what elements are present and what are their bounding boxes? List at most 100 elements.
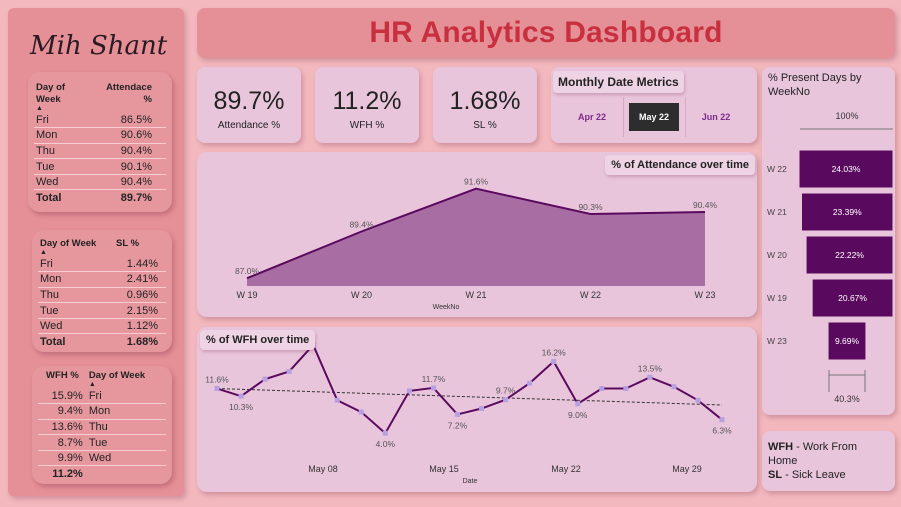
att-day-cell: Fri	[34, 112, 94, 129]
wfh-data-label: 13.5%	[638, 363, 663, 373]
wfh-day-cell: Fri	[86, 388, 166, 405]
attendance-data-label: 91.6%	[464, 177, 489, 187]
present-days-category-label: W 23	[767, 336, 787, 346]
wfh-x-tick: May 29	[672, 464, 702, 474]
sl-value-cell: 0.96%	[114, 287, 166, 304]
wfh-trendline	[216, 388, 723, 406]
kpi-wfh-card: 11.2% WFH %	[315, 67, 419, 143]
wfh-data-point	[286, 368, 292, 374]
wfh-data-point	[527, 380, 533, 386]
kpi-wfh-value: 11.2%	[332, 87, 402, 115]
wfh-x-tick: May 22	[551, 464, 581, 474]
att-total-label: Total	[36, 192, 62, 205]
sl-day-cell: Fri	[38, 256, 115, 273]
sl-row: Wed 1.12%	[38, 318, 166, 335]
present-days-bar-label: 9.69%	[835, 336, 860, 346]
attendance-by-day-table: Day of Week ▲ Attendace % Fri 86.5% Mon 90.6…	[28, 72, 172, 212]
wfh-data-point	[719, 417, 725, 423]
present-days-bottom-label: 40.3%	[834, 394, 860, 404]
att-total-row: Total 89.7%	[34, 190, 166, 206]
sl-day-cell: Thu	[38, 287, 115, 304]
wfh-data-point	[406, 388, 412, 394]
wfh-row: 9.4% Mon	[38, 403, 166, 420]
legend-wfh-abbr: WFH	[768, 441, 794, 453]
attendance-x-tick: W 20	[351, 290, 372, 300]
att-total-value: 89.7%	[120, 192, 152, 205]
attendance-x-tick: W 23	[694, 290, 715, 300]
att-value-cell: 90.6%	[93, 127, 166, 144]
wfh-line-chart: 11.6% 10.3% 4.0% 11.7% 7.2% 9.7% 16.2% 9.0% 13.5…	[205, 342, 732, 485]
attendance-data-label: 90.3%	[578, 202, 603, 212]
wfh-data-point	[262, 376, 268, 382]
present-days-bar-label: 24.03%	[832, 164, 861, 174]
attendance-table-header-day-label: Day of Week	[36, 82, 66, 105]
wfh-data-point	[695, 397, 701, 403]
present-days-category-label: W 19	[767, 293, 787, 303]
wfh-data-point	[647, 374, 653, 380]
wfh-value-cell: 8.7%	[38, 434, 87, 451]
wfh-data-point	[334, 397, 340, 403]
att-row: Wed 90.4%	[34, 174, 166, 191]
present-days-bar-chart: 100% 24.03% W 22 23.39% W 21 22.22% W 20 20.67%…	[767, 111, 894, 404]
wfh-data-point	[575, 401, 581, 407]
kpi-attendance-value: 89.7%	[213, 87, 285, 115]
wfh-data-label: 11.7%	[422, 374, 446, 384]
wfh-data-point	[671, 384, 677, 390]
wfh-data-label: 6.3%	[712, 426, 732, 436]
month-option-apr[interactable]: Apr 22	[567, 103, 617, 131]
present-days-category-label: W 21	[767, 207, 787, 217]
att-row: Mon 90.6%	[34, 127, 166, 144]
att-row: Tue 90.1%	[34, 158, 166, 175]
wfh-data-label: 7.2%	[448, 420, 468, 430]
month-option-may[interactable]: May 22	[629, 103, 679, 131]
wfh-data-point	[430, 385, 436, 391]
wfh-data-point	[214, 386, 220, 392]
wfh-total-row: 11.2%	[38, 466, 166, 482]
wfh-table-header-value: WFH %	[46, 370, 79, 381]
wfh-data-label: 11.6%	[205, 375, 229, 385]
attendance-x-tick: W 19	[236, 290, 257, 300]
sl-value-cell: 2.41%	[114, 271, 166, 288]
sl-table-header-day-label: Day of Week	[40, 238, 97, 249]
sl-total-row: Total 1.68%	[38, 334, 166, 350]
wfh-data-label: 4.0%	[376, 439, 396, 449]
attendance-x-axis-label: WeekNo	[433, 304, 460, 311]
present-days-bar-label: 22.22%	[835, 250, 864, 260]
wfh-data-label: 10.3%	[229, 402, 254, 412]
att-row: Thu 90.4%	[34, 143, 166, 160]
wfh-by-day-table: WFH % Day of Week ▲ 15.9% Fri 9.4% Mon 13.6% T…	[32, 366, 172, 484]
wfh-data-point	[503, 397, 509, 403]
sl-value-cell: 1.12%	[114, 318, 166, 335]
wfh-row: 9.9% Wed	[38, 450, 166, 467]
wfh-line	[216, 343, 723, 435]
wfh-data-point	[479, 406, 485, 412]
sl-by-day-table: Day of Week ▲ SL % Fri 1.44% Mon 2.41% Thu 0.9…	[32, 230, 172, 352]
att-value-cell: 90.4%	[93, 174, 166, 191]
wfh-over-time-panel: 11.6% 10.3% 4.0% 11.7% 7.2% 9.7% 16.2% 9.0% 13.5…	[197, 327, 757, 492]
wfh-value-cell: 9.9%	[38, 450, 87, 467]
wfh-day-cell: Mon	[86, 403, 166, 420]
wfh-value-cell: 9.4%	[38, 403, 87, 420]
legend-sl: SL - Sick Leave	[768, 468, 889, 482]
att-row: Fri 86.5%	[34, 112, 166, 129]
present-days-bar-label: 20.67%	[838, 293, 867, 303]
wfh-data-label: 16.2%	[542, 347, 567, 357]
present-days-panel: % Present Days by WeekNo 100% 24.03% W 22 2…	[762, 67, 895, 415]
legend-wfh: WFH - Work From Home	[768, 440, 889, 468]
attendance-x-tick: W 21	[465, 290, 486, 300]
sl-total-label: Total	[40, 336, 66, 349]
wfh-data-label: 9.7%	[496, 386, 516, 396]
month-option-jun[interactable]: Jun 22	[691, 103, 741, 131]
dashboard-header: HR Analytics Dashboard	[197, 8, 895, 58]
att-day-cell: Wed	[34, 174, 94, 191]
sl-table-header-day: Day of Week ▲	[38, 238, 114, 256]
attendance-table-header-value: Attendace %	[106, 82, 152, 105]
wfh-table-header-day-label: Day of Week	[88, 370, 146, 381]
attendance-area	[247, 188, 705, 286]
wfh-chart-title: % of WFH over time	[200, 330, 316, 350]
sl-day-cell: Wed	[38, 318, 115, 335]
wfh-row: 15.9% Fri	[38, 388, 166, 405]
present-days-category-label: W 20	[767, 250, 787, 260]
sl-row: Thu 0.96%	[38, 287, 166, 304]
month-slicer: Monthly Date Metrics Apr 22 May 22 Jun 2…	[551, 67, 757, 143]
